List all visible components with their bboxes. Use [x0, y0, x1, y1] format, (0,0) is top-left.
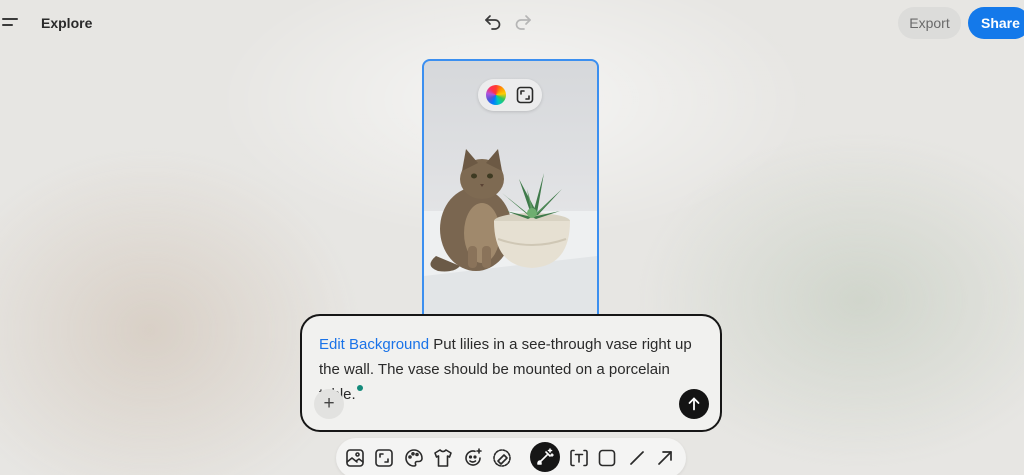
- image-edit-icon[interactable]: [344, 447, 366, 469]
- page-title: Explore: [41, 15, 93, 31]
- share-button[interactable]: Share: [968, 7, 1024, 39]
- prompt-input-card[interactable]: Edit Background Put lilies in a see-thro…: [300, 314, 722, 432]
- text-icon[interactable]: [568, 447, 590, 469]
- redo-icon[interactable]: [513, 12, 533, 32]
- sparkle-face-icon[interactable]: [462, 447, 484, 469]
- color-wheel-icon[interactable]: [486, 85, 506, 105]
- prompt-text[interactable]: Edit Background Put lilies in a see-thro…: [319, 332, 709, 407]
- prompt-tag: Edit Background: [319, 336, 430, 353]
- palette-icon[interactable]: [403, 447, 425, 469]
- arrow-up-icon: [688, 397, 700, 411]
- resize-icon[interactable]: [373, 447, 395, 469]
- bottom-toolbar: [336, 438, 686, 475]
- export-button[interactable]: Export: [898, 7, 961, 39]
- text-cursor: [356, 385, 363, 391]
- add-attachment-button[interactable]: +: [314, 389, 344, 419]
- magic-brush-icon[interactable]: [530, 442, 560, 472]
- line-icon[interactable]: [626, 447, 648, 469]
- menu-button[interactable]: [2, 14, 22, 32]
- send-button[interactable]: [679, 389, 709, 419]
- resize-icon[interactable]: [515, 85, 535, 105]
- rectangle-icon[interactable]: [596, 447, 618, 469]
- image-floating-toolbar: [478, 79, 542, 111]
- arrow-icon[interactable]: [654, 447, 676, 469]
- eraser-icon[interactable]: [491, 447, 513, 469]
- menu-icon-line: [2, 24, 13, 26]
- undo-icon[interactable]: [483, 12, 503, 32]
- menu-icon-line: [2, 18, 18, 20]
- shirt-icon[interactable]: [432, 447, 454, 469]
